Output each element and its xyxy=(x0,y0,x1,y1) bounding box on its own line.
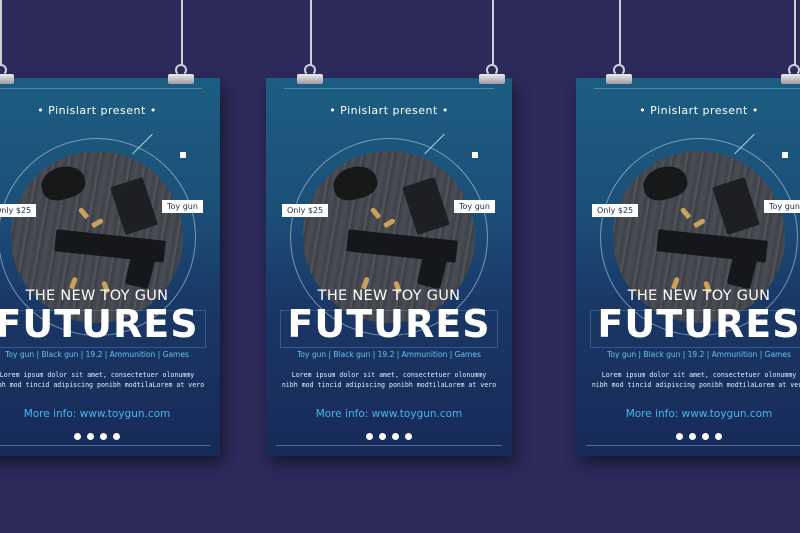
body-line-2: nibh mod tincid adipiscing ponibh modtil… xyxy=(281,381,497,389)
big-title: FUTURES xyxy=(597,302,800,346)
clip-bar xyxy=(479,74,505,84)
poster-frame-top xyxy=(284,88,494,97)
big-title: FUTURES xyxy=(287,302,491,346)
deco-square xyxy=(472,152,478,158)
magazine-shape xyxy=(110,176,158,236)
poster-frame-top xyxy=(594,88,800,97)
tags-line: Toy gun | Black gun | 19.2 | Ammunition … xyxy=(297,350,481,359)
binder-clip xyxy=(168,64,194,86)
bullet-shape xyxy=(77,206,90,220)
body-line-1: Lorem ipsum dolor sit amet, consectetuer… xyxy=(291,371,487,379)
name-tag: Toy gun xyxy=(454,200,495,213)
body-text: Lorem ipsum dolor sit amet, consectetuer… xyxy=(266,370,512,390)
hanging-wire xyxy=(619,0,621,66)
body-text: Lorem ipsum dolor sit amet, consectetuer… xyxy=(0,370,220,390)
poster-frame-top xyxy=(0,88,202,97)
hanging-wire xyxy=(794,0,796,66)
clip-bar xyxy=(297,74,323,84)
clip-bar xyxy=(781,74,800,84)
bullet-shape xyxy=(91,217,104,229)
tags-line: Toy gun | Black gun | 19.2 | Ammunition … xyxy=(607,350,791,359)
poster-left: • Pinislart present • Only $25 Toy gun T… xyxy=(0,78,220,456)
price-tag: Only $25 xyxy=(0,204,37,217)
body-line-1: Lorem ipsum dolor sit amet, consectetuer… xyxy=(601,371,797,379)
more-info-link: More info: www.toygun.com xyxy=(625,408,773,420)
holster-shape xyxy=(329,161,381,205)
hanging-wire xyxy=(0,0,2,66)
more-info-link: More info: www.toygun.com xyxy=(315,408,463,420)
body-line-2: nibh mod tincid adipiscing ponibh modtil… xyxy=(0,381,205,389)
big-title: FUTURES xyxy=(0,302,199,346)
poster-frame-bottom xyxy=(0,435,210,446)
binder-clip xyxy=(297,64,323,86)
magazine-shape xyxy=(402,176,450,236)
name-tag: Toy gun xyxy=(162,200,203,213)
bullet-shape xyxy=(693,217,706,229)
poster-center: • Pinislart present • Only $25 Toy gun T… xyxy=(266,78,512,456)
deco-square xyxy=(180,152,186,158)
poster-frame-bottom xyxy=(586,435,800,446)
hanging-wire xyxy=(310,0,312,66)
clip-bar xyxy=(168,74,194,84)
bullet-shape xyxy=(369,206,382,220)
name-tag: Toy gun xyxy=(764,200,800,213)
bullet-shape xyxy=(679,206,692,220)
binder-clip xyxy=(0,64,14,86)
hanging-wire xyxy=(181,0,183,66)
binder-clip xyxy=(479,64,505,86)
poster-frame-bottom xyxy=(276,435,502,446)
body-line-1: Lorem ipsum dolor sit amet, consectetuer… xyxy=(0,371,195,379)
poster-right: • Pinislart present • Only $25 Toy gun T… xyxy=(576,78,800,456)
price-tag: Only $25 xyxy=(282,204,329,217)
clip-bar xyxy=(606,74,632,84)
holster-shape xyxy=(639,161,691,205)
hanging-wire xyxy=(492,0,494,66)
bullet-shape xyxy=(383,217,396,229)
price-tag: Only $25 xyxy=(592,204,639,217)
tags-line: Toy gun | Black gun | 19.2 | Ammunition … xyxy=(5,350,189,359)
clip-bar xyxy=(0,74,14,84)
body-text: Lorem ipsum dolor sit amet, consectetuer… xyxy=(576,370,800,390)
deco-square xyxy=(782,152,788,158)
presenter-text: • Pinislart present • xyxy=(329,104,449,117)
body-line-2: nibh mod tincid adipiscing ponibh modtil… xyxy=(591,381,800,389)
binder-clip xyxy=(606,64,632,86)
binder-clip xyxy=(781,64,800,86)
presenter-text: • Pinislart present • xyxy=(639,104,759,117)
magazine-shape xyxy=(712,176,760,236)
more-info-link: More info: www.toygun.com xyxy=(23,408,171,420)
presenter-text: • Pinislart present • xyxy=(37,104,157,117)
holster-shape xyxy=(37,161,89,205)
